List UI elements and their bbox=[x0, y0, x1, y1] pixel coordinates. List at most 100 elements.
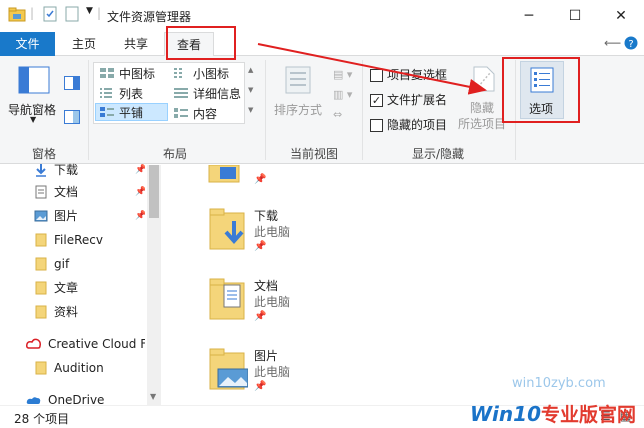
pin-icon: 📌 bbox=[254, 311, 267, 322]
layout-details[interactable]: 详细信息 bbox=[170, 84, 244, 102]
layout-tiles[interactable]: 平铺 bbox=[95, 103, 168, 121]
nav-item-label: 下载 bbox=[54, 163, 79, 177]
pin-icon[interactable]: 📌 bbox=[135, 180, 145, 204]
layout-item-label: 详细信息 bbox=[193, 86, 242, 101]
pin-icon[interactable]: 📌 bbox=[135, 204, 145, 228]
item-location: 此电脑 bbox=[254, 295, 291, 309]
maximize-button[interactable]: ☐ bbox=[552, 0, 598, 32]
sort-label: 排序方式 bbox=[274, 103, 323, 117]
minimize-button[interactable]: ─ bbox=[506, 0, 552, 32]
nav-item-label: FileRecv bbox=[54, 233, 103, 247]
highlight-view-tab bbox=[166, 26, 236, 60]
nav-item[interactable]: FileRecv bbox=[34, 228, 145, 252]
layout-small-icons[interactable]: 小图标 bbox=[170, 64, 244, 82]
layout-item-label: 列表 bbox=[119, 86, 144, 101]
explorer-app-icon[interactable] bbox=[8, 6, 26, 22]
list-item[interactable]: 下载此电脑 📌 bbox=[204, 205, 404, 261]
layout-item-label: 平铺 bbox=[119, 105, 144, 120]
hide-selected-label-2: 所选项目 bbox=[458, 117, 507, 131]
hidden-items-option[interactable]: 隐藏的项目 bbox=[370, 116, 447, 134]
navigation-pane-icon bbox=[18, 66, 50, 94]
layout-scroll-up-icon[interactable]: ▲ bbox=[248, 66, 253, 74]
new-folder-icon[interactable] bbox=[64, 6, 80, 22]
pictures-icon bbox=[208, 347, 249, 394]
layout-scroll-down-icon[interactable]: ▼ bbox=[248, 86, 253, 94]
tab-home[interactable]: 主页 bbox=[60, 32, 108, 56]
nav-item[interactable]: Audition bbox=[34, 356, 145, 380]
preview-pane-icon[interactable] bbox=[64, 76, 80, 93]
item-name: 图片 bbox=[254, 349, 279, 363]
nav-item[interactable]: 下载 📌 bbox=[34, 158, 145, 182]
help-icon[interactable]: ? bbox=[624, 36, 638, 53]
pin-icon[interactable]: 📌 bbox=[135, 158, 145, 182]
list-item[interactable]: 图片 此电脑 📌 bbox=[204, 345, 404, 401]
item-count: 28 个项目 bbox=[14, 412, 70, 426]
pin-icon: 📌 bbox=[254, 241, 267, 252]
hidden-items-checkbox[interactable] bbox=[370, 118, 383, 132]
svg-text:?: ? bbox=[628, 39, 633, 50]
divider: | bbox=[30, 6, 35, 20]
nav-scrollbar-thumb[interactable] bbox=[149, 165, 159, 218]
nav-item-label: Audition bbox=[54, 361, 104, 375]
chevron-down-icon: ▼ bbox=[30, 115, 37, 124]
download-icon bbox=[34, 163, 48, 177]
nav-item-label: Creative Cloud Fil bbox=[48, 337, 145, 351]
divider bbox=[88, 60, 89, 160]
divider: | bbox=[97, 6, 102, 20]
nav-item-label: gif bbox=[54, 257, 70, 271]
scroll-down-icon[interactable]: ▼ bbox=[150, 392, 156, 401]
close-button[interactable]: ✕ bbox=[598, 0, 644, 32]
details-pane-icon[interactable] bbox=[64, 110, 80, 127]
list-icon bbox=[99, 87, 115, 99]
nav-item[interactable]: Creative Cloud Fil bbox=[26, 332, 145, 356]
nav-item[interactable]: 图片 📌 bbox=[34, 204, 145, 228]
layout-content[interactable]: 内容 bbox=[170, 104, 244, 122]
nav-item-label: 资料 bbox=[54, 305, 79, 319]
document-icon bbox=[34, 185, 48, 199]
hidden-items-label: 隐藏的项目 bbox=[387, 118, 448, 132]
nav-item-label: 图片 bbox=[54, 209, 79, 223]
layout-item-label: 内容 bbox=[193, 106, 218, 121]
folder-icon bbox=[208, 164, 240, 186]
group-label-show-hide: 显示/隐藏 bbox=[411, 147, 465, 161]
size-columns-icon[interactable]: ⇔ bbox=[333, 108, 342, 121]
folder-icon bbox=[34, 305, 48, 319]
list-item[interactable]: 文档此电脑 📌 bbox=[204, 275, 404, 331]
pictures-icon bbox=[34, 209, 48, 223]
folder-icon bbox=[34, 361, 48, 375]
folder-icon bbox=[34, 233, 48, 247]
nav-item[interactable]: 文档 📌 bbox=[34, 180, 145, 204]
download-icon bbox=[208, 207, 248, 254]
window-title: 文件资源管理器 bbox=[107, 10, 192, 24]
nav-item[interactable]: gif bbox=[34, 252, 145, 276]
navigation-pane-button[interactable]: 导航窗格 ▼ bbox=[8, 63, 60, 124]
layout-expand-icon[interactable]: ▼ bbox=[248, 106, 253, 114]
watermark-brand-cn: 专业版官网 bbox=[541, 404, 637, 426]
nav-item[interactable]: 文章 bbox=[34, 276, 145, 300]
watermark-brand: Win10专业版官网 bbox=[470, 400, 636, 427]
chevron-down-icon[interactable]: ▼ bbox=[86, 6, 93, 16]
item-location: 此电脑 bbox=[254, 225, 291, 239]
properties-icon[interactable] bbox=[42, 6, 58, 22]
tab-share[interactable]: 共享 bbox=[112, 32, 160, 56]
nav-item-label: 文档 bbox=[54, 185, 79, 199]
nav-item-label: 文章 bbox=[54, 281, 79, 295]
tiles-icon bbox=[99, 106, 115, 118]
watermark-brand-en: Win10 bbox=[470, 402, 541, 426]
group-label-current-view: 当前视图 bbox=[289, 147, 338, 161]
annotation-arrow bbox=[257, 43, 487, 95]
item-name: 文档 bbox=[254, 279, 279, 293]
creative-cloud-icon bbox=[26, 337, 42, 351]
tab-file[interactable]: 文件 bbox=[0, 32, 55, 56]
item-location: 此电脑 bbox=[254, 365, 291, 379]
small-icons-icon bbox=[173, 67, 189, 79]
watermark-url: win10zyb.com bbox=[512, 376, 606, 391]
document-icon bbox=[208, 277, 248, 324]
layout-list[interactable]: 列表 bbox=[96, 84, 168, 102]
folder-icon bbox=[34, 281, 48, 295]
layout-medium-icons[interactable]: 中图标 bbox=[96, 64, 168, 82]
pin-ribbon-icon[interactable]: ⟵ bbox=[604, 36, 621, 50]
nav-item[interactable]: 资料 bbox=[34, 300, 145, 324]
item-name: 下载 bbox=[254, 209, 279, 223]
title-bar: | ▼ | 文件资源管理器 ─ ☐ ✕ bbox=[0, 0, 644, 32]
